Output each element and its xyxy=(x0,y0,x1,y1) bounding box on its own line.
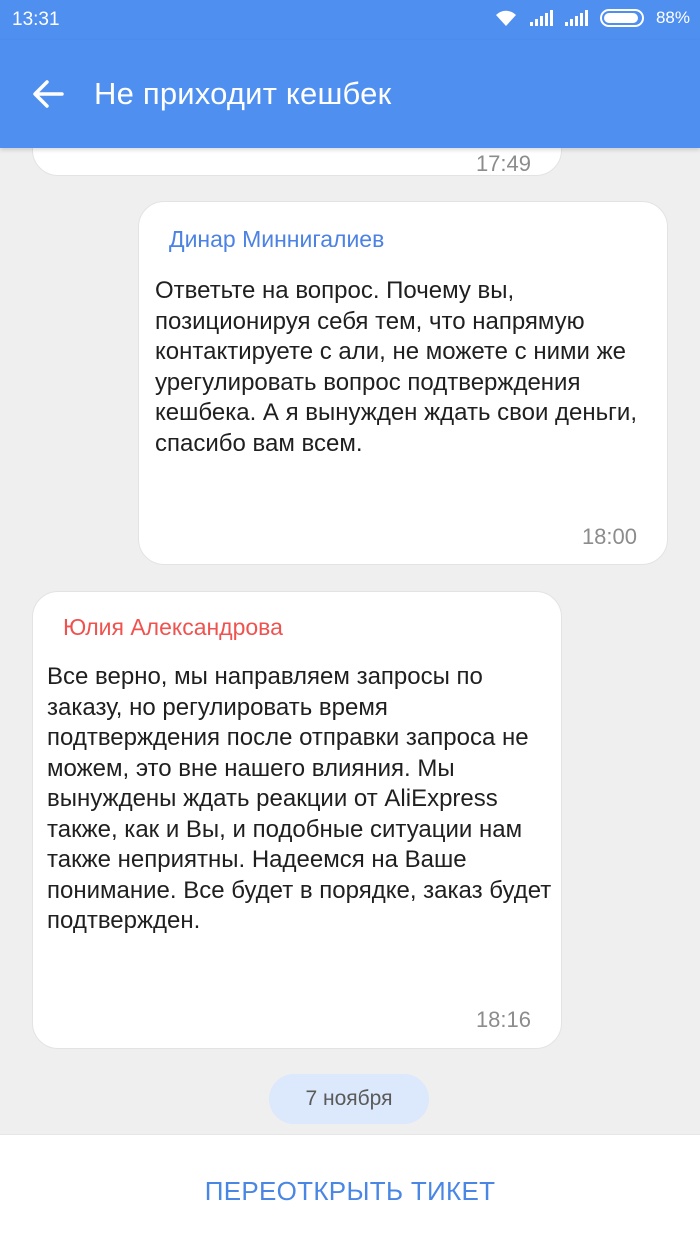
signal-icon xyxy=(529,10,553,26)
app-bar: Не приходит кешбек xyxy=(0,40,700,148)
message-text: Ответьте на вопрос. Почему вы, позициони… xyxy=(155,277,637,457)
message-time: 18:16 xyxy=(475,1007,531,1032)
date-separator: 7 ноября xyxy=(269,1074,429,1124)
reopen-ticket-button[interactable]: ПЕРЕОТКРЫТЬ ТИКЕТ xyxy=(0,1135,700,1244)
battery-icon xyxy=(599,9,644,27)
message-bubble: 17:49 xyxy=(32,148,562,176)
status-icons: 88% xyxy=(494,8,690,28)
message-text: Все верно, мы направляем запросы по зака… xyxy=(47,663,552,934)
chat-thread[interactable]: 17:49 Динар Миннигалиев Ответьте на вопр… xyxy=(0,148,700,1134)
message-author: Динар Миннигалиев xyxy=(169,226,385,252)
message-author: Юлия Александрова xyxy=(63,614,283,640)
message-time: 18:00 xyxy=(581,524,637,549)
message-time: 17:49 xyxy=(475,151,531,176)
status-bar: 13:31 88% xyxy=(0,0,700,40)
arrow-left-icon[interactable] xyxy=(28,74,68,114)
status-time: 13:31 xyxy=(12,9,60,30)
message-bubble: Динар Миннигалиев Ответьте на вопрос. По… xyxy=(138,201,668,565)
bottom-bar: ПЕРЕОТКРЫТЬ ТИКЕТ xyxy=(0,1134,700,1244)
page-title: Не приходит кешбек xyxy=(94,76,392,111)
signal-icon xyxy=(564,10,588,26)
message-bubble: Юлия Александрова Все верно, мы направля… xyxy=(32,591,562,1049)
wifi-icon xyxy=(495,10,516,26)
battery-percent: 88% xyxy=(655,8,690,27)
